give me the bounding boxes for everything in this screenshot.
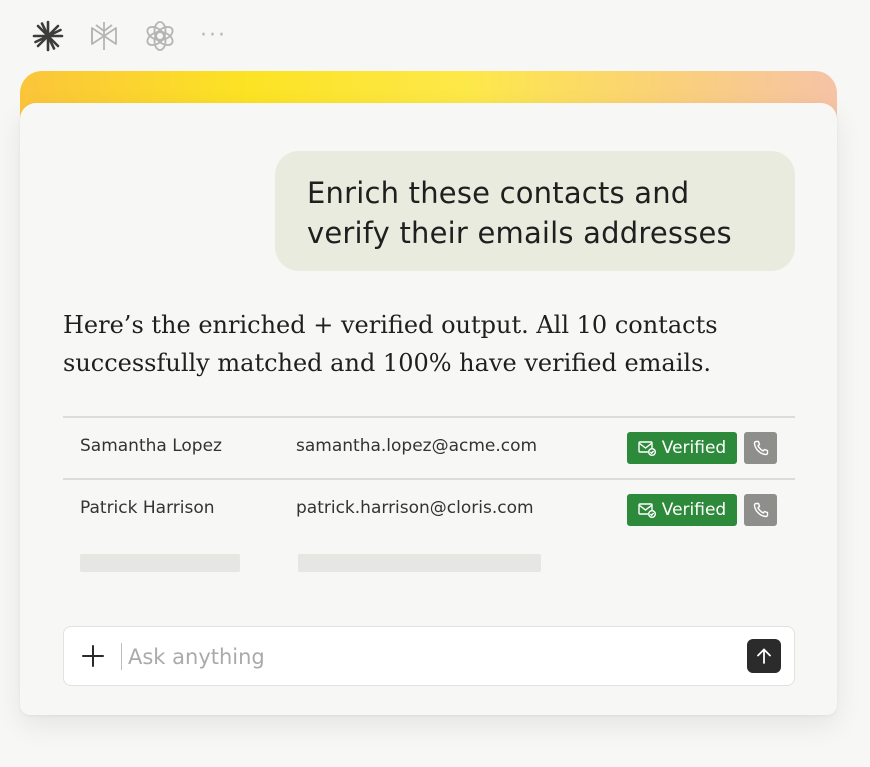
contact-email: patrick.harrison@cloris.com bbox=[296, 498, 534, 518]
chat-card: Enrich these contacts and verify their e… bbox=[20, 103, 837, 715]
contact-email: samantha.lopez@acme.com bbox=[296, 436, 538, 456]
send-button[interactable] bbox=[747, 639, 781, 673]
phone-icon bbox=[753, 440, 768, 456]
text-caret bbox=[121, 643, 122, 670]
arrow-up-icon bbox=[757, 648, 771, 664]
openai-logo-icon[interactable] bbox=[142, 18, 178, 54]
ask-input[interactable] bbox=[126, 639, 690, 675]
claude-logo-icon[interactable] bbox=[30, 18, 66, 54]
phone-button[interactable] bbox=[744, 432, 777, 464]
loading-row bbox=[63, 540, 795, 580]
verified-label: Verified bbox=[661, 438, 727, 458]
contact-name: Samantha Lopez bbox=[80, 436, 222, 456]
verified-badge: Verified bbox=[627, 494, 737, 526]
user-message-line: Enrich these contacts and bbox=[307, 176, 690, 210]
assistant-message: Here’s the enriched + verified output. A… bbox=[63, 306, 803, 382]
loading-placeholder bbox=[80, 554, 240, 572]
assistant-message-line: Here’s the enriched + verified output. A… bbox=[63, 311, 718, 339]
phone-button[interactable] bbox=[744, 494, 777, 526]
user-message-line: verify their emails addresses bbox=[307, 216, 732, 250]
assistant-message-line: successfully matched and 100% have verif… bbox=[63, 349, 712, 377]
contact-name: Patrick Harrison bbox=[80, 498, 215, 518]
model-selector-bar: ··· bbox=[30, 16, 227, 56]
plus-icon[interactable] bbox=[80, 643, 106, 669]
user-message-bubble: Enrich these contacts and verify their e… bbox=[275, 151, 795, 271]
table-row: Samantha Lopez samantha.lopez@acme.com V… bbox=[63, 416, 795, 478]
perplexity-logo-icon[interactable] bbox=[86, 18, 122, 54]
verified-mail-icon bbox=[638, 441, 656, 456]
loading-placeholder bbox=[298, 554, 541, 572]
verified-badge: Verified bbox=[627, 432, 737, 464]
phone-icon bbox=[753, 502, 768, 518]
chat-input-bar bbox=[63, 626, 795, 686]
table-row: Patrick Harrison patrick.harrison@cloris… bbox=[63, 478, 795, 540]
verified-mail-icon bbox=[638, 503, 656, 518]
verified-label: Verified bbox=[661, 500, 727, 520]
contacts-table: Samantha Lopez samantha.lopez@acme.com V… bbox=[63, 416, 795, 580]
more-icon[interactable]: ··· bbox=[200, 25, 227, 47]
